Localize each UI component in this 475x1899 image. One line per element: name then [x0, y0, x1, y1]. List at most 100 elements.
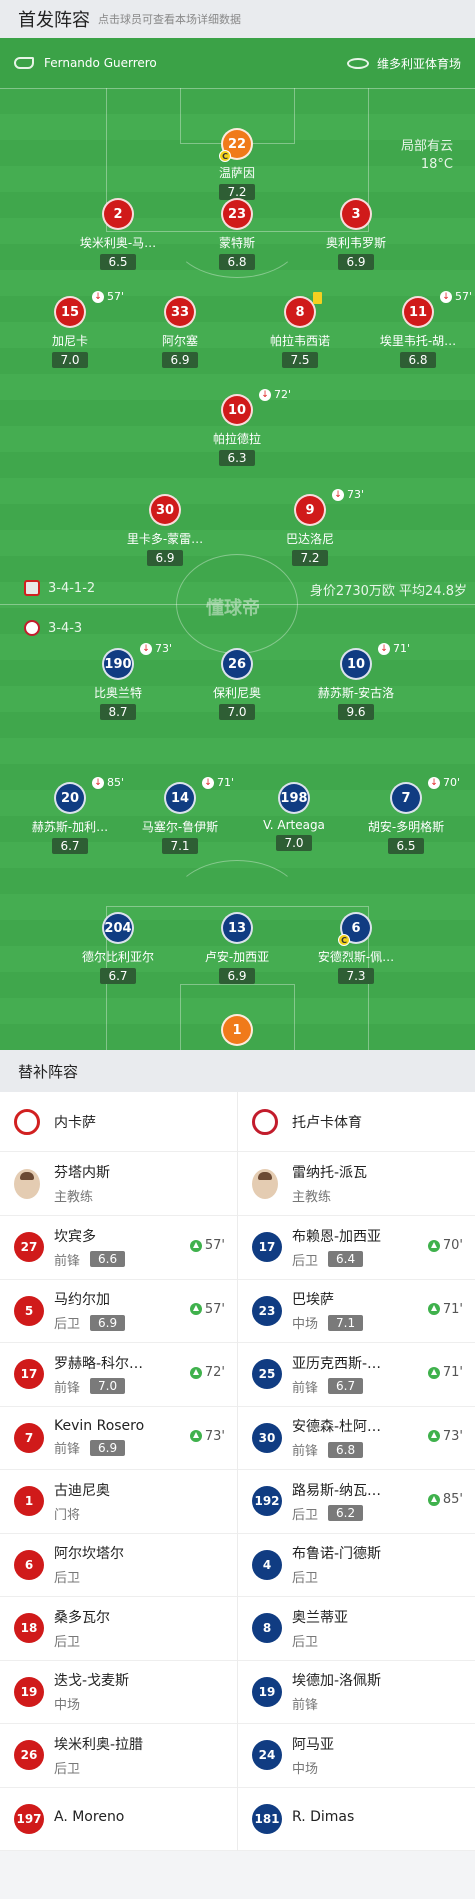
pitch-stripe [0, 504, 475, 530]
sub-player-row[interactable]: 192 路易斯-纳瓦… 后卫 6.2 85' [238, 1470, 475, 1534]
away-player[interactable]: 14 ↓ 71' 马塞尔-鲁伊斯 7.1 [120, 776, 240, 854]
away-player[interactable]: 1蒂亚戈-沃尔皮8.5 [177, 1014, 297, 1050]
sub-position: 前锋 [54, 1253, 81, 1269]
venue-name: 维多利亚体育场 [376, 56, 461, 71]
sub-player-row[interactable]: 4 布鲁诺-门德斯 后卫 [238, 1534, 475, 1597]
sub-player-row[interactable]: 18 桑多瓦尔 后卫 [0, 1597, 237, 1661]
player-rating: 7.0 [219, 704, 255, 720]
home-player[interactable]: 23 蒙特斯 6.8 [177, 198, 297, 270]
sub-name: 阿尔坎塔尔 [54, 1546, 124, 1563]
sub-on-minute: 57' [204, 1301, 225, 1317]
player-name: 马塞尔-鲁伊斯 [141, 820, 219, 834]
sub-off-icon: ↓ [378, 642, 390, 655]
sub-player-row[interactable]: 8 奥兰蒂亚 后卫 [238, 1597, 475, 1661]
sub-off-indicator: ↓ 71' [378, 642, 410, 655]
player-number-badge: 8 [284, 292, 322, 328]
sub-player-row[interactable]: 6 阿尔坎塔尔 后卫 [0, 1534, 237, 1597]
sub-player-row[interactable]: 23 巴埃萨 中场 7.1 71' [238, 1280, 475, 1343]
sub-player-row[interactable]: 19 埃德加-洛佩斯 前锋 [238, 1661, 475, 1724]
sub-number-badge: 23 [252, 1295, 282, 1326]
player-number: 14 [170, 790, 190, 806]
sub-position-line: 前锋 6.8 [292, 1440, 381, 1459]
sub-name: 阿马亚 [292, 1736, 334, 1753]
sub-position: 后卫 [292, 1507, 319, 1523]
sub-number-badge: 7 [14, 1422, 44, 1453]
home-player[interactable]: 3 奥利韦罗斯 6.9 [296, 198, 416, 270]
sub-player-row[interactable]: 17 罗赫略-科尔… 前锋 7.0 72' [0, 1343, 237, 1407]
player-rating: 7.3 [338, 968, 374, 984]
sub-on-minute: 57' [204, 1238, 225, 1253]
home-player[interactable]: 22 C 温萨因 7.2 [177, 128, 297, 200]
player-number: 30 [155, 502, 175, 518]
sub-name: 马约尔加 [54, 1292, 110, 1309]
sub-player-row[interactable]: 26 埃米利奥-拉腊 后卫 [0, 1724, 237, 1788]
player-name: 帕拉韦西诺 [269, 334, 330, 348]
sub-number-badge: 19 [252, 1676, 282, 1707]
home-coach[interactable]: 芬塔内斯 主教练 [0, 1152, 237, 1216]
home-player[interactable]: 33 阿尔塞 6.9 [120, 296, 240, 368]
weather: 局部有云 18°C [401, 138, 453, 174]
sub-off-indicator: ↓ 57' [440, 290, 472, 303]
whistle-icon [14, 57, 34, 69]
sub-player-row[interactable]: 19 迭戈-戈麦斯 中场 [0, 1661, 237, 1724]
away-player[interactable]: 190 ↓ 73' 比奥兰特 8.7 [58, 642, 178, 720]
home-team-row[interactable]: 内卡萨 [0, 1092, 237, 1152]
home-player[interactable]: 9 ↓ 73' 巴达洛尼 7.2 [250, 488, 370, 566]
sub-number: 19 [258, 1684, 276, 1699]
player-name: 赫苏斯-安古洛 [317, 686, 395, 700]
away-player[interactable]: 20 ↓ 85' 赫苏斯-加利… 6.7 [10, 776, 130, 854]
sub-player-row[interactable]: 27 坎宾多 前锋 6.6 57' [0, 1216, 237, 1280]
away-player[interactable]: 6 C 安德烈斯-佩… 7.3 [296, 912, 416, 984]
home-player[interactable]: 30 里卡多-蒙雷… 6.9 [105, 494, 225, 566]
home-player[interactable]: 2 埃米利奥-马… 6.5 [58, 198, 178, 270]
sub-player-row[interactable]: 1 古迪尼奥 门将 [0, 1470, 237, 1534]
sub-position: 后卫 [54, 1317, 81, 1333]
sub-minute: 72' [274, 388, 292, 401]
player-number: 26 [227, 656, 247, 672]
sub-on-icon [189, 1366, 202, 1379]
sub-player-row[interactable]: 30 安德森-杜阿… 前锋 6.8 73' [238, 1407, 475, 1470]
away-player[interactable]: 13 卢安-加西亚 6.9 [177, 912, 297, 984]
player-rating: 6.5 [100, 254, 136, 270]
sub-position-line: 后卫 6.9 [54, 1313, 126, 1333]
sub-player-row[interactable]: 24 阿马亚 中场 [238, 1724, 475, 1788]
player-number-badge: 22 C [219, 128, 253, 162]
player-rating: 6.8 [219, 254, 255, 270]
sub-number: 19 [20, 1684, 38, 1699]
sub-number: 1 [24, 1494, 34, 1509]
player-rating: 6.5 [388, 838, 424, 854]
sub-number-badge: 18 [14, 1613, 44, 1644]
sub-on-minute: 73' [204, 1428, 225, 1444]
sub-on-icon [189, 1303, 202, 1315]
player-number: 22 [227, 136, 247, 152]
home-player[interactable]: 10 ↓ 72' 帕拉德拉 6.3 [177, 388, 297, 466]
sub-minute: 70' [443, 776, 461, 789]
sub-player-row[interactable]: 181 R. Dimas [238, 1788, 475, 1851]
sub-number-badge: 27 [14, 1232, 44, 1263]
home-player[interactable]: 11 ↓ 57' 埃里韦托-胡… 6.8 [358, 290, 475, 368]
sub-player-row[interactable]: 7 Kevin Rosero 前锋 6.9 73' [0, 1407, 237, 1470]
home-formation: 3-4-1-2 [48, 580, 96, 596]
away-player[interactable]: 198 V. Arteaga 7.0 [234, 782, 354, 851]
player-number: 10 [227, 402, 247, 418]
away-team-row[interactable]: 托卢卡体育 [238, 1092, 475, 1152]
away-player[interactable]: 10 ↓ 71' 赫苏斯-安古洛 9.6 [296, 642, 416, 720]
sub-player-row[interactable]: 197 A. Moreno [0, 1788, 237, 1851]
sub-off-indicator: ↓ 70' [428, 776, 460, 789]
sub-player-row[interactable]: 25 亚历克西斯-… 前锋 6.7 71' [238, 1343, 475, 1407]
sub-player-row[interactable]: 5 马约尔加 后卫 6.9 57' [0, 1280, 237, 1343]
sub-position: 中场 [292, 1761, 319, 1777]
player-name: 奥利韦罗斯 [325, 236, 386, 250]
home-player[interactable]: 15 ↓ 57' 加尼卡 7.0 [10, 290, 130, 368]
away-player[interactable]: 26 保利尼奥 7.0 [177, 648, 297, 720]
sub-position-line: 中场 7.1 [292, 1313, 364, 1332]
away-player[interactable]: 204 德尔比利亚尔 6.7 [58, 912, 178, 984]
sub-number: 7 [24, 1430, 34, 1445]
player-name: 阿尔塞 [161, 334, 198, 348]
home-player[interactable]: 8 帕拉韦西诺 7.5 [240, 292, 360, 368]
player-number-badge: 10 [221, 394, 253, 426]
sub-player-row[interactable]: 17 布赖恩-加西亚 后卫 6.4 70' [238, 1216, 475, 1280]
sub-position: 后卫 [54, 1634, 81, 1650]
away-player[interactable]: 7 ↓ 70' 胡安-多明格斯 6.5 [346, 776, 466, 854]
away-coach[interactable]: 雷纳托-派瓦 主教练 [238, 1152, 475, 1216]
